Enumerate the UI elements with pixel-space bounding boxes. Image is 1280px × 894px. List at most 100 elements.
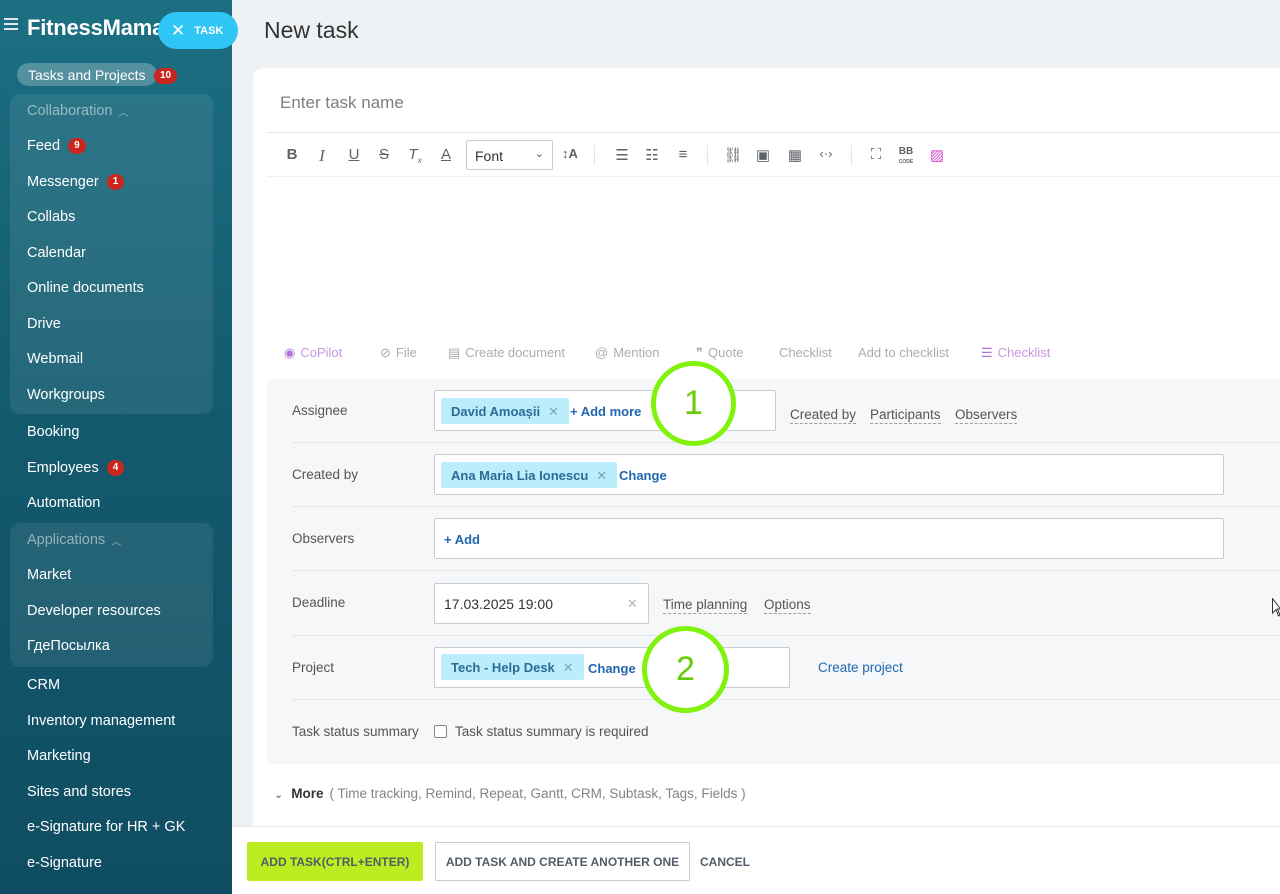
sidebar-item-gdeposylka[interactable]: ГдеПосылка bbox=[27, 638, 110, 654]
table-icon[interactable]: ▦ bbox=[785, 146, 805, 164]
paperclip-icon: ⊘ bbox=[380, 345, 391, 360]
quote-button[interactable]: ❞ Quote bbox=[696, 345, 743, 361]
checklist-ai-button[interactable]: ☰ Checklist bbox=[981, 345, 1050, 361]
strikethrough-icon[interactable]: S bbox=[374, 146, 394, 163]
sidebar: FitnessMama Tasks and Projects 10 Collab… bbox=[0, 0, 232, 894]
sidebar-item-developer-resources[interactable]: Developer resources bbox=[27, 603, 161, 619]
project-chip[interactable]: Tech - Help Desk ✕ bbox=[441, 654, 584, 680]
chevron-down-icon: ⌄ bbox=[534, 148, 544, 160]
sidebar-item-collabs[interactable]: Collabs bbox=[27, 209, 75, 225]
bold-icon[interactable]: B bbox=[282, 146, 302, 163]
underline-icon[interactable]: U bbox=[344, 146, 364, 163]
status-summary-label: Task status summary bbox=[292, 724, 419, 739]
sidebar-item-automation[interactable]: Automation bbox=[27, 495, 100, 511]
observers-label: Observers bbox=[292, 531, 355, 546]
align-icon[interactable]: ≡ bbox=[673, 146, 693, 163]
sidebar-item-feed[interactable]: Feed 9 bbox=[27, 138, 86, 154]
annotation-marker-2: 2 bbox=[642, 626, 729, 713]
file-button[interactable]: ⊘ File bbox=[380, 345, 417, 361]
creator-chip[interactable]: Ana Maria Lia Ionescu ✕ bbox=[441, 462, 618, 488]
add-task-create-another-button[interactable]: ADD TASK AND CREATE ANOTHER ONE bbox=[435, 842, 690, 881]
copilot-label: CoPilot bbox=[300, 345, 343, 360]
observers-field[interactable] bbox=[434, 518, 1224, 559]
close-task-panel-button[interactable]: ✕ TASK bbox=[158, 12, 238, 49]
numbered-list-icon[interactable]: ☰ bbox=[612, 146, 632, 164]
sidebar-item-webmail[interactable]: Webmail bbox=[27, 351, 83, 367]
sidebar-item-crm[interactable]: CRM bbox=[27, 677, 60, 693]
text-color-icon[interactable]: A bbox=[436, 146, 456, 163]
sidebar-item-messenger[interactable]: Messenger 1 bbox=[27, 174, 125, 190]
checklist-ai-label: Checklist bbox=[997, 345, 1051, 360]
status-summary-checkbox-label[interactable]: Task status summary is required bbox=[455, 724, 649, 739]
italic-icon[interactable]: I bbox=[312, 146, 332, 166]
document-icon: ▤ bbox=[448, 345, 461, 360]
assignee-chip[interactable]: David Amoașii ✕ bbox=[441, 398, 570, 424]
mention-button[interactable]: @ Mention bbox=[595, 345, 659, 360]
add-observer-link[interactable]: + Add bbox=[444, 532, 480, 547]
counter-badge: 9 bbox=[68, 138, 86, 154]
remove-icon[interactable]: ✕ bbox=[563, 660, 574, 675]
sidebar-item-inventory[interactable]: Inventory management bbox=[27, 713, 175, 729]
created-by-toggle-link[interactable]: Created by bbox=[790, 407, 857, 424]
copilot-button[interactable]: ◉ CoPilot bbox=[284, 345, 342, 361]
font-select[interactable]: Font ⌄ bbox=[466, 140, 553, 170]
add-more-assignee-link[interactable]: + Add more bbox=[570, 404, 641, 419]
task-name-input[interactable]: Enter task name bbox=[280, 93, 404, 113]
fullscreen-icon[interactable]: ⛶ bbox=[866, 146, 886, 163]
bulleted-list-icon[interactable]: ☷ bbox=[642, 146, 662, 164]
code-icon[interactable]: ‹·› bbox=[816, 146, 836, 161]
created-by-label: Created by bbox=[292, 467, 359, 482]
collaboration-header[interactable]: Collaboration ︿ bbox=[27, 103, 128, 119]
sidebar-item-sites-stores[interactable]: Sites and stores bbox=[27, 784, 131, 800]
sidebar-item-drive[interactable]: Drive bbox=[27, 316, 61, 332]
add-to-checklist-button[interactable]: Add to checklist bbox=[858, 345, 949, 360]
sidebar-item-booking[interactable]: Booking bbox=[27, 424, 79, 440]
sidebar-item-workgroups[interactable]: Workgroups bbox=[27, 387, 105, 403]
observers-toggle-link[interactable]: Observers bbox=[955, 407, 1018, 424]
row-divider bbox=[292, 570, 1280, 571]
sidebar-item-label: Feed bbox=[27, 138, 61, 154]
create-document-button[interactable]: ▤ Create document bbox=[448, 345, 565, 361]
font-size-icon[interactable]: ↕A bbox=[560, 146, 580, 161]
at-icon: @ bbox=[595, 345, 609, 360]
counter-badge: 1 bbox=[106, 174, 125, 190]
divider bbox=[267, 132, 1280, 133]
sidebar-item-online-documents[interactable]: Online documents bbox=[27, 280, 144, 296]
remove-icon[interactable]: ✕ bbox=[596, 468, 607, 483]
clear-format-icon[interactable]: Tx bbox=[405, 146, 425, 165]
bb-sub-label: CODE bbox=[898, 159, 914, 165]
applications-header[interactable]: Applications ︿ bbox=[27, 532, 121, 548]
cancel-button[interactable]: CANCEL bbox=[700, 842, 750, 881]
quote-label: Quote bbox=[708, 345, 744, 360]
checklist-button[interactable]: Checklist bbox=[779, 345, 832, 360]
ai-image-icon[interactable]: ▨ bbox=[927, 146, 947, 164]
add-task-button[interactable]: ADD TASK(CTRL+ENTER) bbox=[247, 842, 423, 881]
time-planning-link[interactable]: Time planning bbox=[663, 597, 748, 614]
clear-deadline-icon[interactable]: ✕ bbox=[627, 596, 638, 612]
sidebar-item-marketing[interactable]: Marketing bbox=[27, 748, 91, 764]
sidebar-item-market[interactable]: Market bbox=[27, 567, 71, 583]
attachment-bar: ◉ CoPilot ⊘ File ▤ Create document @ Mention… bbox=[284, 343, 1084, 363]
sidebar-item-calendar[interactable]: Calendar bbox=[27, 245, 86, 261]
sidebar-item-esignature[interactable]: e-Signature bbox=[27, 855, 102, 871]
chip-label: Tech - Help Desk bbox=[451, 660, 555, 675]
bbcode-icon[interactable]: BB CODE bbox=[896, 147, 916, 167]
sidebar-item-tasks-projects[interactable]: Tasks and Projects bbox=[17, 63, 157, 86]
menu-icon[interactable] bbox=[4, 18, 18, 33]
change-creator-link[interactable]: Change bbox=[619, 468, 667, 483]
brand-logo[interactable]: FitnessMama bbox=[27, 15, 164, 41]
file-label: File bbox=[395, 345, 417, 360]
sidebar-item-esignature-hr[interactable]: e-Signature for HR + GK bbox=[27, 819, 185, 835]
toolbar-separator bbox=[851, 145, 852, 165]
image-icon[interactable]: ▣ bbox=[753, 146, 773, 164]
sidebar-item-employees[interactable]: Employees 4 bbox=[27, 460, 125, 476]
participants-toggle-link[interactable]: Participants bbox=[870, 407, 941, 424]
change-project-link[interactable]: Change bbox=[588, 661, 636, 676]
link-icon[interactable]: ⛓ bbox=[723, 146, 743, 164]
toolbar-separator bbox=[707, 145, 708, 165]
create-project-link[interactable]: Create project bbox=[818, 660, 903, 675]
status-summary-checkbox[interactable] bbox=[434, 725, 447, 738]
deadline-options-link[interactable]: Options bbox=[764, 597, 811, 614]
more-options-toggle[interactable]: ⌄ More ( Time tracking, Remind, Repeat, Ga… bbox=[274, 786, 746, 801]
remove-icon[interactable]: ✕ bbox=[548, 404, 559, 419]
